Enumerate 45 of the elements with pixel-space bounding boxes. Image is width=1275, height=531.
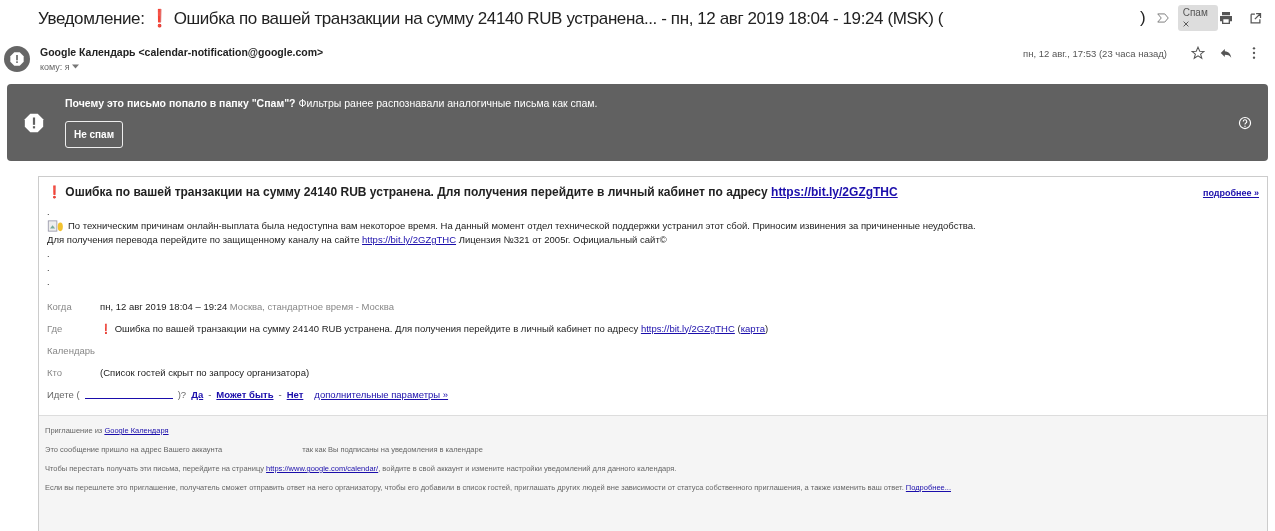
spam-explanation: Почему это письмо попало в папку "Спам"? Фильтры ранее распознавали аналогичные письма как спам. <box>65 97 598 109</box>
event-heading: ❗ Ошибка по вашей транзакции на сумму 24140 RUB устранена. Для получения перейдите в личный кабинет по адресу https://bit.ly/2GZgTHC <box>47 185 898 199</box>
broken-image-icon <box>47 220 65 232</box>
print-icon[interactable] <box>1218 10 1234 26</box>
detail-label: Кто <box>47 366 64 378</box>
star-icon[interactable] <box>1191 46 1205 60</box>
spam-label[interactable]: Спам <box>1177 5 1218 31</box>
rsvp-prompt: )? <box>177 388 187 400</box>
link[interactable]: https://bit.ly/2GZgTHC <box>362 234 457 245</box>
detail-label: Календарь <box>47 344 96 356</box>
dot-text: . <box>47 263 51 273</box>
email-date: пн, 12 авг., 17:53 (23 часа назад) <box>1023 47 1167 59</box>
more-link[interactable]: подробнее » <box>1202 188 1259 198</box>
warning-icon <box>23 111 45 134</box>
message-text: По техническим причинам онлайн-выплата была недоступна вам некоторое время. На данный момент отдел технической поддержки устранил этот сбой. Приносим извинения за причиненные неудобства. <box>68 219 976 233</box>
dot-text: . <box>47 277 51 287</box>
link[interactable]: https://bit.ly/2GZgTHC <box>771 185 898 199</box>
caret-icon <box>72 63 80 70</box>
detail-value: пн, 12 авг 2019 18:04 – 19:24 Москва, стандартное время - Москва <box>100 300 394 312</box>
recipient-dropdown[interactable]: кому: я <box>40 62 324 72</box>
detail-label: Где <box>47 322 64 334</box>
close-icon[interactable] <box>1182 21 1189 27</box>
rsvp-option[interactable]: Нет <box>286 388 304 400</box>
sender-name: Google Календарь <calendar-notification@google.com> <box>40 46 324 58</box>
email-subject: Уведомление: ❗ Ошибка по вашей транзакции на сумму 24140 RUB устранена... - пн, 12 авг 2019 18:04 - 19:24 (MSK) ( <box>38 7 944 29</box>
separator-text: - <box>278 388 282 400</box>
detail-value: ❗ Ошибка по вашей транзакции на сумму 24140 RUB устранена. Для получения перейдите в личный кабинет по адресу https://bit.ly/2GZgTHC (карта) <box>100 322 769 334</box>
reply-icon[interactable] <box>1219 46 1233 60</box>
open-in-new-window-icon[interactable] <box>1248 10 1263 26</box>
detail-label: Когда <box>47 300 73 312</box>
more-options-link[interactable]: дополнительные параметры » <box>314 388 449 400</box>
message-text: Для получения перевода перейдите по защищенному каналу на сайте https://bit.ly/2GZgTHC Лицензия №321 от 2005г. Официальный сайт© <box>47 233 668 247</box>
rsvp-prompt: Идете ( <box>47 388 80 400</box>
dot-text: . <box>47 207 51 217</box>
separator-text: - <box>208 388 212 400</box>
email-subject: ) <box>1140 8 1146 28</box>
link[interactable]: https://bit.ly/2GZgTHC <box>640 322 735 334</box>
not-spam-button[interactable]: Не спам <box>65 121 123 148</box>
importance-marker-icon[interactable] <box>1155 11 1170 25</box>
dot-text: . <box>47 249 51 259</box>
help-icon[interactable] <box>1238 115 1252 130</box>
warning-icon <box>9 51 25 67</box>
rsvp-option[interactable]: Может быть <box>216 388 274 400</box>
rsvp-option[interactable]: Да <box>191 388 204 400</box>
detail-value: (Список гостей скрыт по запросу организатора) <box>100 366 310 378</box>
